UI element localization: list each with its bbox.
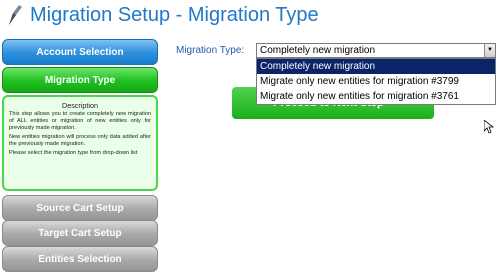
- step-description-box: Description This step allows you to crea…: [2, 95, 158, 191]
- main-panel: Migration Type: Completely new migration…: [160, 36, 500, 275]
- migration-type-select[interactable]: Completely new migration ▼: [256, 43, 496, 58]
- pen-logo-icon: [9, 5, 22, 25]
- dropdown-option[interactable]: Migrate only new entities for migration …: [257, 89, 495, 104]
- description-title: Description: [62, 101, 98, 110]
- sidebar-steps: Account Selection Migration Type Descrip…: [0, 36, 160, 275]
- select-current-value: Completely new migration: [260, 45, 376, 56]
- step-entities-selection[interactable]: Entities Selection: [2, 246, 158, 272]
- header: Migration Setup - Migration Type: [0, 0, 500, 32]
- step-source-cart-setup[interactable]: Source Cart Setup: [2, 195, 158, 221]
- description-paragraph-3: Please select the migration type from dr…: [9, 150, 138, 156]
- description-paragraph-1: This step allows you to create completel…: [9, 111, 151, 131]
- dropdown-option[interactable]: Migrate only new entities for migration …: [257, 74, 495, 89]
- migration-type-label: Migration Type:: [176, 45, 245, 56]
- chevron-down-icon[interactable]: ▼: [484, 44, 495, 57]
- page-title: Migration Setup - Migration Type: [30, 4, 319, 26]
- migration-type-dropdown: Completely new migration Migrate only ne…: [256, 58, 496, 105]
- mouse-pointer-icon: [484, 120, 494, 134]
- step-target-cart-setup[interactable]: Target Cart Setup: [2, 220, 158, 246]
- dropdown-option[interactable]: Completely new migration: [257, 59, 495, 74]
- step-account-selection[interactable]: Account Selection: [2, 39, 158, 65]
- step-migration-type[interactable]: Migration Type: [2, 67, 158, 93]
- description-paragraph-2: New entities migration will process only…: [9, 134, 151, 147]
